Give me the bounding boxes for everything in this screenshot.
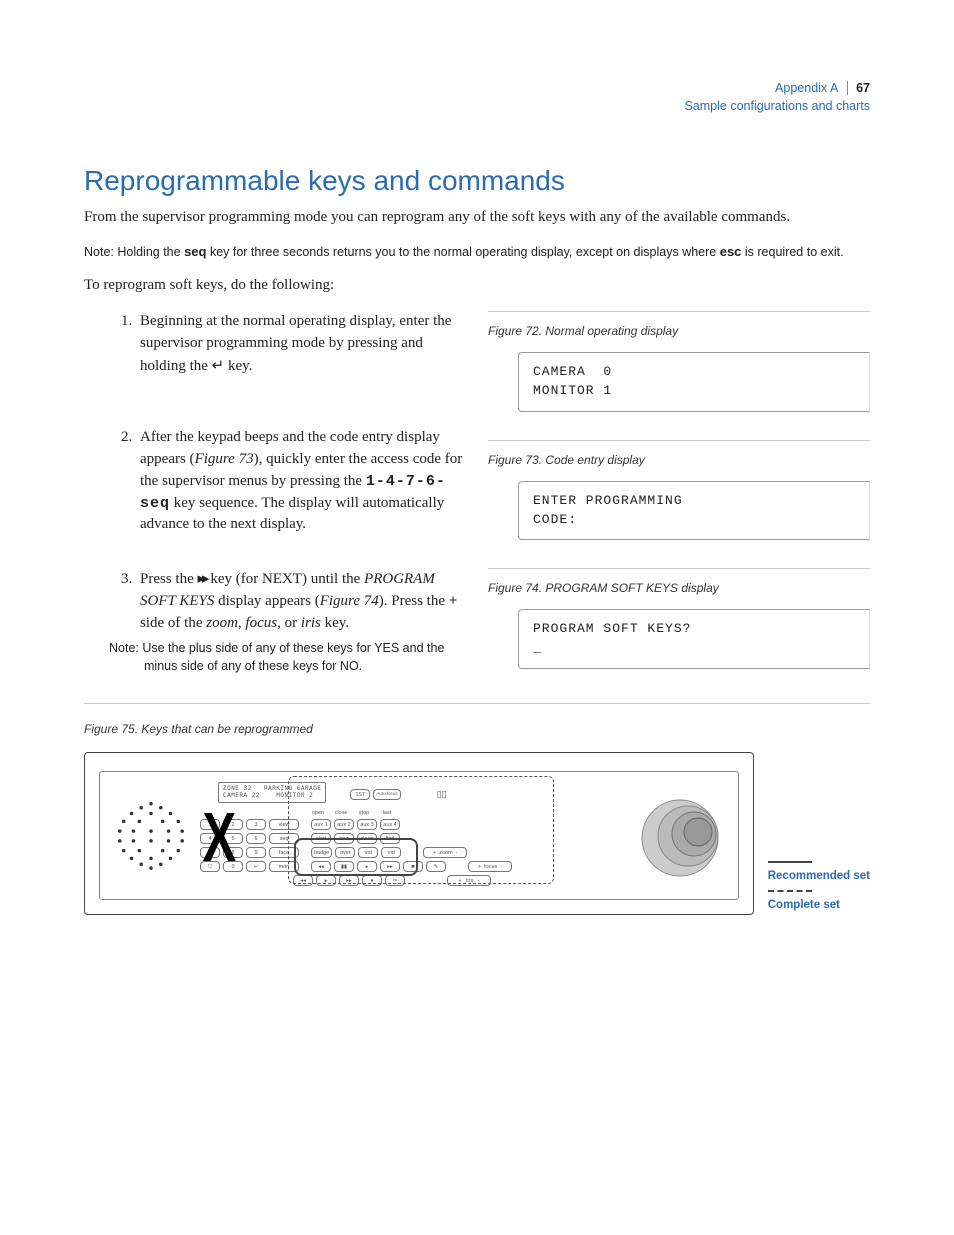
key-iris: + iris - xyxy=(447,875,491,886)
key-badge: badge xyxy=(311,847,332,858)
return-key-icon: ↵ xyxy=(212,357,225,374)
key-2: 2 xyxy=(223,819,243,830)
step-1: Beginning at the normal operating displa… xyxy=(136,311,466,377)
keypad-lcd: ZONE 32 PARKING GARAGE CAMERA 22 MONITOR… xyxy=(218,782,326,802)
key-seq: seq xyxy=(269,833,299,844)
key-aux4: aux 4 xyxy=(380,819,400,830)
key-clip-icon: ✎ xyxy=(426,861,446,872)
key-clip2-icon: ✂ xyxy=(385,875,405,886)
figure-73: Figure 73. Code entry display ENTER PROG… xyxy=(488,440,870,541)
plus-key: + xyxy=(449,593,458,609)
key-auto-focus: Auto focus xyxy=(373,789,400,800)
key-rewind2-icon: ◂◂ xyxy=(293,875,313,886)
key-6: 6 xyxy=(246,833,266,844)
figure-74-caption: Figure 74. PROGRAM SOFT KEYS display xyxy=(488,581,870,595)
legend-recommended: Recommended set xyxy=(768,868,870,885)
key-play-icon: ▸ xyxy=(357,861,377,872)
key-0: 0 xyxy=(223,861,243,872)
seq-key-label: seq xyxy=(184,244,206,259)
figure-74: Figure 74. PROGRAM SOFT KEYS display PRO… xyxy=(488,568,870,669)
key-ff2-icon: ▸▸ xyxy=(339,875,359,886)
figure-75-caption: Figure 75. Keys that can be reprogrammed xyxy=(84,722,870,736)
page-header: Appendix A 67 Sample configurations and … xyxy=(84,80,870,115)
key-1st: 1ST xyxy=(350,789,370,800)
key-8: 8 xyxy=(223,847,243,858)
lcd-normal-display: CAMERA 0 MONITOR 1 xyxy=(518,352,870,412)
note-seq-key: Note: Holding the seq key for three seco… xyxy=(84,243,870,262)
key-mon: mon xyxy=(269,861,299,872)
key-7: 7 xyxy=(200,847,220,858)
key-view: view xyxy=(269,819,299,830)
key-9: 9 xyxy=(246,847,266,858)
key-4: 4 xyxy=(200,833,220,844)
key-over: over xyxy=(335,847,355,858)
key-focus: + focus - xyxy=(468,861,512,872)
key-aux1: aux 1 xyxy=(311,819,331,830)
page-number: 67 xyxy=(847,81,870,95)
fast-forward-icon: ▸▸ xyxy=(198,570,207,587)
key-3: 3 xyxy=(246,819,266,830)
key-stop-icon: ■ xyxy=(403,861,423,872)
figure-72-caption: Figure 72. Normal operating display xyxy=(488,324,870,338)
key-find: find xyxy=(380,833,400,844)
step-2: After the keypad beeps and the code entr… xyxy=(136,427,466,536)
key-aux3: aux 3 xyxy=(357,819,377,830)
key-rewind-icon: ◂◂ xyxy=(311,861,331,872)
header-appendix: Appendix A xyxy=(775,81,838,95)
key-zoom: + zoom - xyxy=(423,847,467,858)
key-tour: tour xyxy=(334,833,354,844)
lcd-code-entry: ENTER PROGRAMMING CODE: xyxy=(518,481,870,541)
step-list: Beginning at the normal operating displa… xyxy=(84,311,466,634)
lcd-program-soft-keys: PROGRAM SOFT KEYS? _ xyxy=(518,609,870,669)
header-subtitle: Sample configurations and charts xyxy=(684,99,870,113)
figure-73-ref: Figure 73 xyxy=(195,451,254,467)
key-face: face xyxy=(269,847,299,858)
page-title: Reprogrammable keys and commands xyxy=(84,165,870,197)
figure-74-ref: Figure 74 xyxy=(320,593,379,609)
key-vid-a: vid xyxy=(358,847,378,858)
note-yes-no: Note: Use the plus side of any of these … xyxy=(84,640,466,675)
joystick-icon xyxy=(640,792,726,878)
lead-in: To reprogram soft keys, do the following… xyxy=(84,275,870,297)
key-aux2: aux 2 xyxy=(334,819,354,830)
intro-paragraph: From the supervisor programming mode you… xyxy=(84,207,870,229)
dashed-line-icon xyxy=(768,890,812,892)
key-fast-forward-icon: ▸▸ xyxy=(380,861,400,872)
key-alarm: alarm xyxy=(357,833,377,844)
step-3: Press the ▸▸ key (for NEXT) until the PR… xyxy=(136,568,466,634)
esc-key-label: esc xyxy=(720,244,742,259)
key-play2-icon: ▸ xyxy=(316,875,336,886)
key-alert: alert xyxy=(311,833,331,844)
key-1: 1 xyxy=(200,819,220,830)
figure-73-caption: Figure 73. Code entry display xyxy=(488,453,870,467)
key-pause-icon: ▮▮ xyxy=(334,861,354,872)
section-divider xyxy=(84,703,870,704)
figure-72: Figure 72. Normal operating display CAME… xyxy=(488,311,870,412)
key-5: 5 xyxy=(223,833,243,844)
legend-complete: Complete set xyxy=(768,897,870,914)
key-esc: ⎋ xyxy=(200,861,220,872)
key-enter: ↵ xyxy=(246,861,266,872)
key-record-icon: ● xyxy=(362,875,382,886)
keypad-diagram: X ZONE 32 PARKING GARAGE CAMERA 22 MONIT… xyxy=(84,752,754,914)
pause-glyph-icon: ▯▯ xyxy=(437,789,447,800)
solid-line-icon xyxy=(768,861,812,863)
key-vid-b: vid xyxy=(381,847,401,858)
figure-75-legend: Recommended set Complete set xyxy=(768,856,870,915)
speaker-grille-icon xyxy=(112,796,190,874)
